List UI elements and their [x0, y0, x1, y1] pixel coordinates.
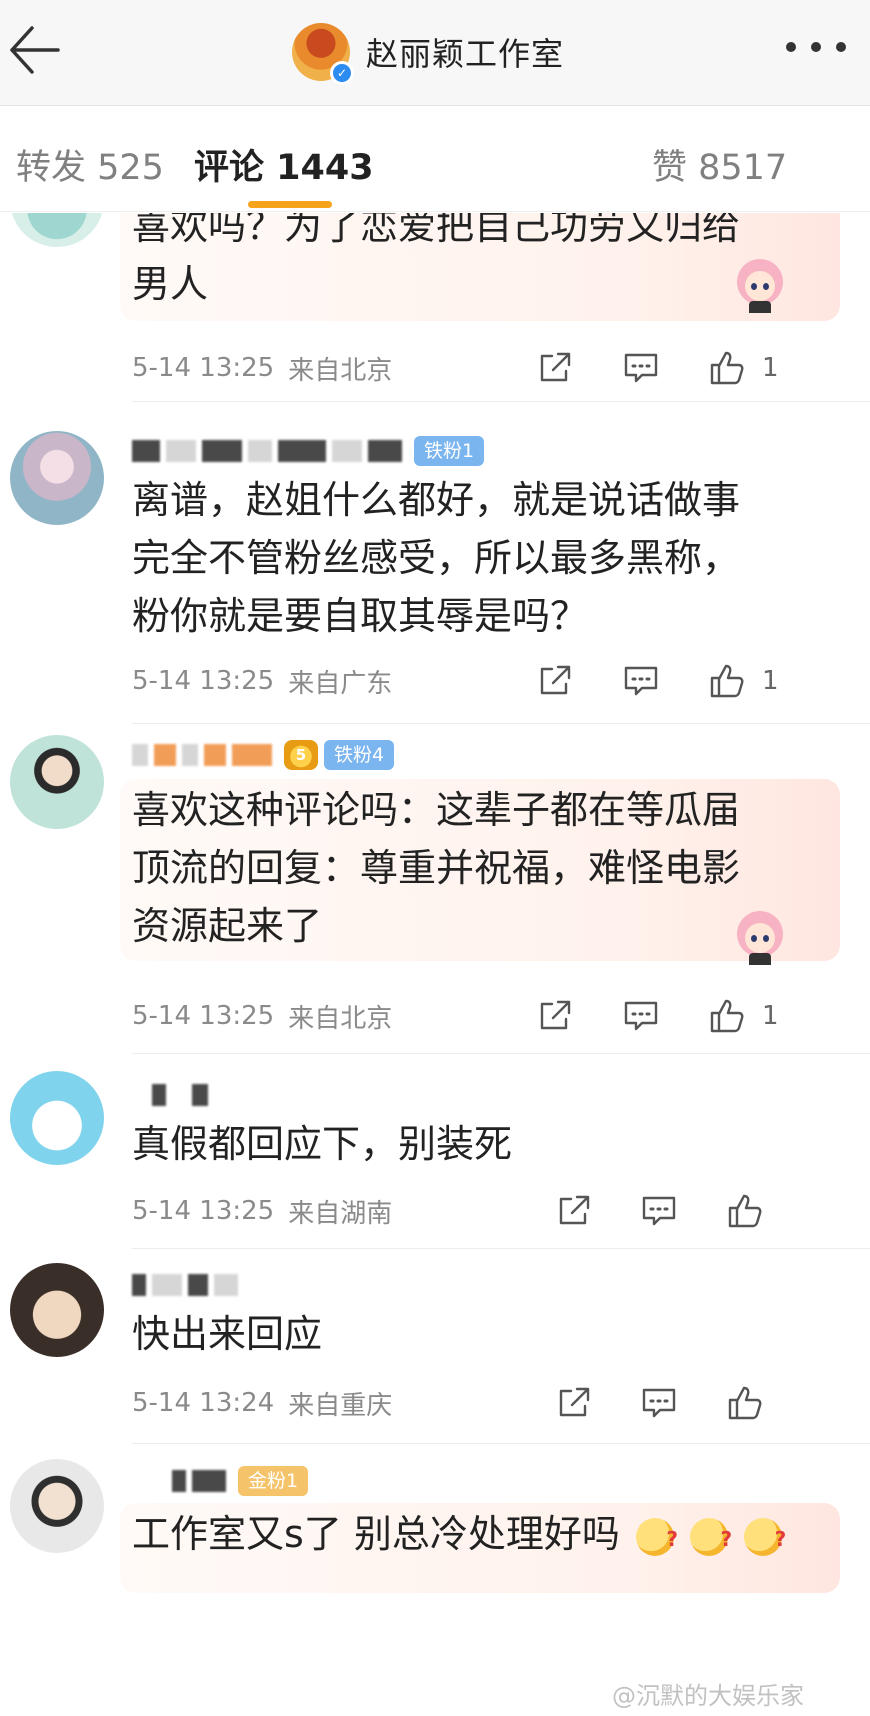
user-nickname[interactable] — [132, 1265, 244, 1305]
comment-time: 5-14 13:25 — [132, 1196, 275, 1226]
user-avatar[interactable] — [10, 735, 104, 829]
fan-level-badge: 铁粉4 — [324, 740, 395, 770]
comment-item: 5 铁粉4 喜欢这种评论吗：这辈子都在等瓜届 顶流的回复：尊重并祝福，难怪电影 … — [0, 725, 870, 1055]
thumbs-up-icon — [710, 999, 744, 1033]
thumbs-up-icon — [710, 664, 744, 698]
comment-text: 喜欢吗？为了恋爱把自己功劳又归给 男人 — [132, 213, 741, 306]
verified-icon: ✓ — [330, 61, 354, 85]
share-button[interactable] — [536, 348, 574, 388]
like-count: 1 — [762, 1001, 779, 1031]
comment-meta: 5-14 13:25 来自广东 — [132, 661, 392, 701]
comment-time: 5-14 13:25 — [132, 1001, 275, 1031]
comment-item: 喜欢吗？为了恋爱把自己功劳又归给 男人 5-14 13:25 来自北京 1 — [0, 213, 870, 403]
comment-meta: 5-14 13:25 来自北京 — [132, 996, 392, 1036]
comment-location: 来自湖南 — [288, 1198, 393, 1229]
like-button[interactable] — [726, 1191, 764, 1231]
user-avatar[interactable] — [10, 1263, 104, 1357]
comment-item: 真假都回应下，别装死 5-14 13:25 来自湖南 — [0, 1061, 870, 1251]
comment-item: 快出来回应 5-14 13:24 来自重庆 — [0, 1253, 870, 1445]
top-bar: ✓ 赵丽颖工作室 — [0, 0, 870, 106]
user-avatar[interactable] — [10, 213, 104, 247]
confused-emoji-icon — [744, 1510, 786, 1568]
share-icon — [540, 1000, 571, 1030]
like-button[interactable] — [726, 1383, 764, 1423]
comment-location: 来自重庆 — [288, 1390, 393, 1421]
like-button[interactable]: 1 — [708, 661, 779, 701]
user-avatar[interactable] — [10, 431, 104, 525]
share-button[interactable] — [555, 1383, 593, 1423]
comment-icon — [624, 353, 658, 383]
like-count: 1 — [762, 353, 779, 383]
share-icon — [540, 352, 571, 382]
user-avatar[interactable] — [10, 1459, 104, 1553]
share-icon — [559, 1195, 590, 1225]
back-arrow-icon[interactable] — [6, 20, 68, 80]
share-button[interactable] — [555, 1191, 593, 1231]
more-options-icon[interactable] — [786, 42, 846, 54]
watermark: @沉默的大娱乐家 — [612, 1682, 804, 1710]
thumbs-up-icon — [728, 1194, 762, 1228]
confused-emoji-icon — [690, 1510, 732, 1568]
share-icon — [559, 1387, 590, 1417]
user-avatar[interactable] — [10, 1071, 104, 1165]
crown-badge-icon: 5 — [284, 740, 318, 770]
share-icon — [540, 665, 571, 695]
tab-bar: 转发 525 评论 1443 赞 8517 — [0, 107, 870, 212]
user-nickname[interactable] — [132, 1075, 214, 1115]
divider — [132, 1248, 870, 1249]
comment-icon — [624, 666, 658, 696]
page-title: 赵丽颖工作室 — [366, 35, 565, 73]
tab-likes[interactable]: 赞 8517 — [652, 139, 787, 190]
comment-meta: 5-14 13:25 来自北京 — [132, 348, 392, 388]
user-nickname[interactable]: 金粉1 — [132, 1461, 309, 1501]
reply-button[interactable] — [640, 1383, 678, 1423]
comment-text: 工作室又s了 别总冷处理好吗 — [132, 1505, 832, 1568]
comment-list[interactable]: 喜欢吗？为了恋爱把自己功劳又归给 男人 5-14 13:25 来自北京 1 铁粉… — [0, 213, 870, 1716]
comment-location: 来自北京 — [288, 1003, 393, 1034]
title-area[interactable]: ✓ 赵丽颖工作室 — [292, 22, 565, 85]
divider — [132, 401, 870, 402]
share-button[interactable] — [536, 996, 574, 1036]
confused-emoji-icon — [635, 1510, 678, 1568]
fan-level-badge: 金粉1 — [238, 1466, 309, 1496]
comment-item: 铁粉1 离谱，赵姐什么都好，就是说话做事 完全不管粉丝感受，所以最多黑称， 粉你… — [0, 423, 870, 724]
comment-location: 来自北京 — [288, 355, 393, 386]
divider — [132, 1443, 870, 1444]
comment-time: 5-14 13:25 — [132, 353, 275, 383]
anime-sticker-icon — [735, 909, 785, 965]
reply-button[interactable] — [622, 348, 660, 388]
comment-text: 喜欢这种评论吗：这辈子都在等瓜届 顶流的回复：尊重并祝福，难怪电影 资源起来了 — [132, 788, 741, 948]
comment-time: 5-14 13:24 — [132, 1388, 275, 1418]
user-nickname[interactable]: 铁粉1 — [132, 431, 485, 471]
comment-text: 真假都回应下，别装死 — [132, 1122, 513, 1166]
share-button[interactable] — [536, 661, 574, 701]
reply-button[interactable] — [640, 1191, 678, 1231]
reply-button[interactable] — [622, 996, 660, 1036]
comment-icon — [642, 1196, 676, 1226]
anime-sticker-icon — [735, 257, 785, 313]
reply-button[interactable] — [622, 661, 660, 701]
like-button[interactable]: 1 — [708, 996, 779, 1036]
comment-location: 来自广东 — [288, 668, 393, 699]
comment-meta: 5-14 13:25 来自湖南 — [132, 1191, 392, 1231]
tab-comments[interactable]: 评论 1443 — [194, 139, 374, 190]
active-tab-indicator — [248, 201, 332, 208]
comment-time: 5-14 13:25 — [132, 666, 275, 696]
like-count: 1 — [762, 666, 779, 696]
tab-reposts[interactable]: 转发 525 — [16, 139, 164, 190]
fan-level-badge: 铁粉1 — [414, 436, 485, 466]
comment-text: 快出来回应 — [132, 1312, 323, 1356]
comment-meta: 5-14 13:24 来自重庆 — [132, 1383, 392, 1423]
comment-icon — [624, 1001, 658, 1031]
divider — [132, 1053, 870, 1054]
user-nickname[interactable]: 5 铁粉4 — [132, 735, 395, 775]
comment-icon — [642, 1388, 676, 1418]
studio-avatar[interactable]: ✓ — [292, 23, 354, 85]
divider — [132, 723, 870, 724]
like-button[interactable]: 1 — [708, 348, 779, 388]
thumbs-up-icon — [728, 1386, 762, 1420]
thumbs-up-icon — [710, 351, 744, 385]
comment-text: 离谱，赵姐什么都好，就是说话做事 完全不管粉丝感受，所以最多黑称， 粉你就是要自… — [132, 478, 741, 638]
